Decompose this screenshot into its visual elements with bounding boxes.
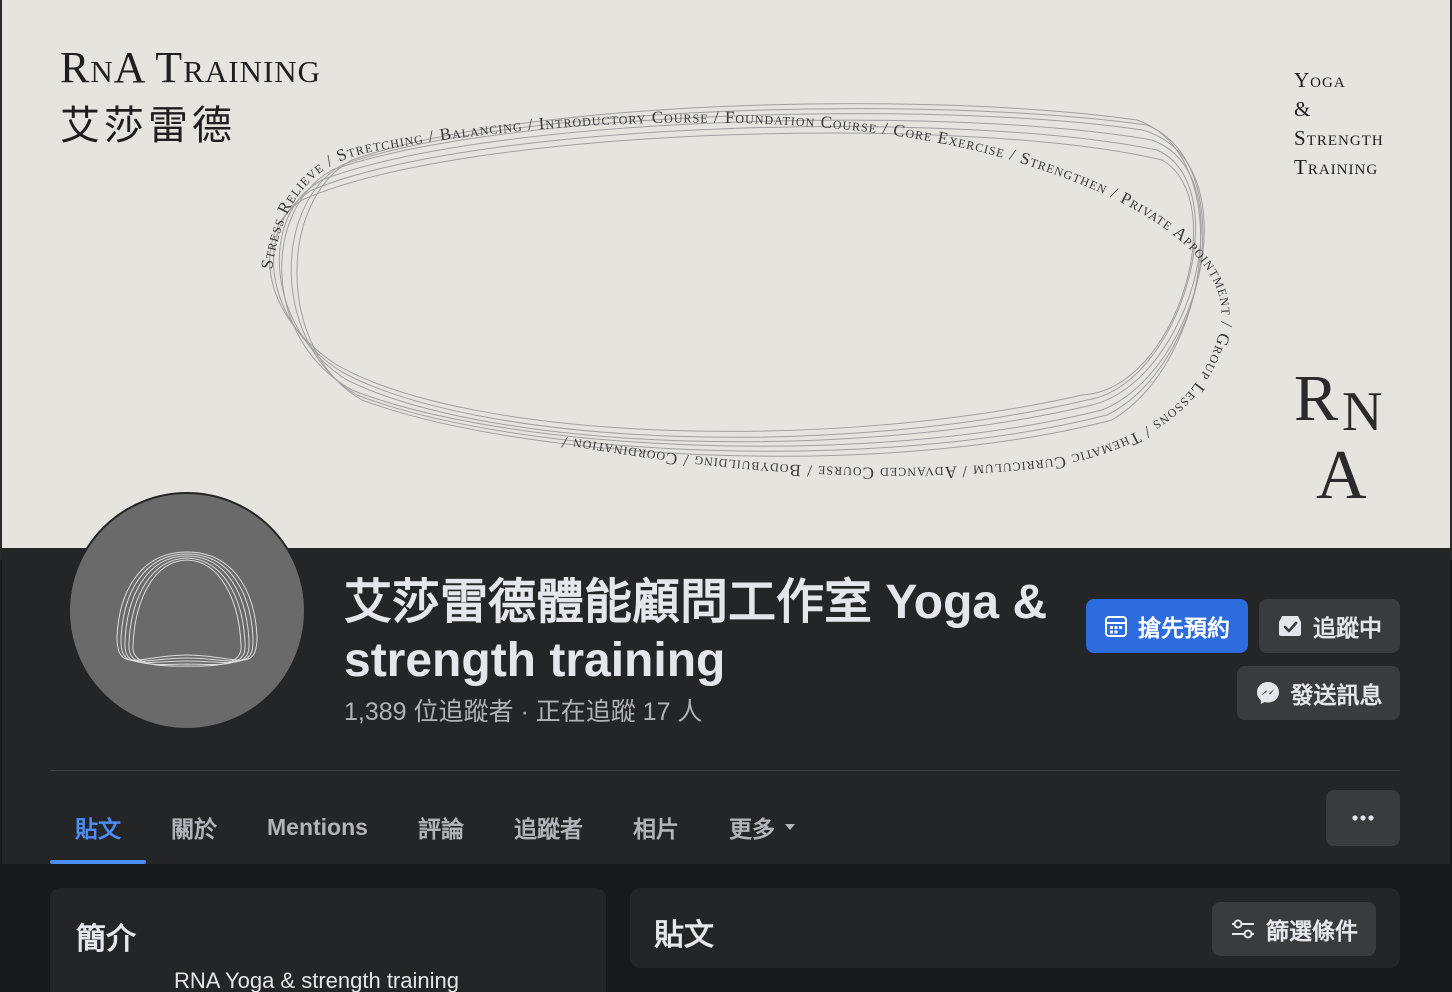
cover-tagline-line: &: [1294, 97, 1312, 121]
tab-followers[interactable]: 追蹤者: [489, 790, 608, 864]
cover-photo[interactable]: RnA Training 艾莎雷德 Yoga & Strength Traini…: [0, 0, 1452, 560]
tab-label: 更多: [728, 816, 775, 842]
messenger-icon: [1256, 682, 1279, 704]
intro-text: RNA Yoga & strength training: [174, 968, 459, 992]
more-options-button[interactable]: [1326, 790, 1400, 846]
svg-text:N: N: [1342, 381, 1382, 443]
tab-mentions[interactable]: Mentions: [242, 790, 393, 864]
tab-reviews[interactable]: 評論: [393, 790, 489, 864]
tab-posts[interactable]: 貼文: [50, 790, 146, 864]
book-now-label: 搶先預約: [1138, 615, 1230, 641]
cover-brand-en: RnA Training: [60, 43, 322, 92]
cover-tagline-line: Yoga: [1294, 68, 1346, 92]
filter-button[interactable]: 篩選條件: [1212, 902, 1376, 956]
intro-heading: 簡介: [76, 923, 136, 956]
svg-text:R: R: [1294, 362, 1338, 435]
send-message-label: 發送訊息: [1290, 682, 1383, 708]
tab-label: 評論: [417, 816, 464, 842]
tab-label: 相片: [632, 816, 679, 842]
ellipsis-icon: [1352, 815, 1374, 821]
cover-tagline-line: Strength: [1294, 126, 1384, 150]
page-tabs: 貼文 關於 Mentions 評論 追蹤者 相片 更多: [50, 790, 822, 864]
following-label: 追蹤中: [1313, 615, 1382, 641]
cover-tagline: Yoga & Strength Training: [1294, 66, 1384, 182]
svg-text:A: A: [1316, 437, 1367, 505]
tab-more[interactable]: 更多: [704, 790, 822, 864]
avatar-logo-icon: [116, 551, 258, 667]
intro-card: 簡介 RNA Yoga & strength training: [50, 888, 606, 992]
check-inbox-icon: [1279, 616, 1301, 636]
svg-text:Stress Relieve / Stretching /: Stress Relieve / Stretching / Balancing …: [257, 107, 1237, 482]
posts-heading: 貼文: [654, 919, 714, 952]
caret-down-icon: [784, 824, 795, 830]
posts-card: 貼文 篩選條件: [630, 888, 1400, 968]
tab-label: 追蹤者: [513, 816, 583, 842]
cover-monogram-logo: R N A: [1294, 362, 1382, 505]
tab-label: 貼文: [75, 816, 121, 842]
book-now-button[interactable]: 搶先預約: [1086, 599, 1248, 653]
calendar-icon: [1105, 616, 1127, 637]
filter-label: 篩選條件: [1266, 918, 1358, 944]
sliders-icon: [1232, 919, 1254, 939]
following-button[interactable]: 追蹤中: [1259, 599, 1400, 653]
cover-ring-graphic: Stress Relieve / Stretching / Balancing …: [257, 103, 1237, 483]
page-follower-stats[interactable]: 1,389 位追蹤者 · 正在追蹤 17 人: [344, 696, 702, 728]
tab-about[interactable]: 關於: [146, 790, 242, 864]
tab-label: 關於: [171, 816, 217, 842]
header-divider: [50, 770, 1400, 771]
send-message-button[interactable]: 發送訊息: [1237, 666, 1400, 720]
page-title: 艾莎雷德體能顧問工作室 Yoga & strength training: [344, 576, 1048, 687]
tab-photos[interactable]: 相片: [608, 790, 704, 864]
cover-tagline-line: Training: [1294, 155, 1379, 179]
facebook-page: RnA Training 艾莎雷德 Yoga & Strength Traini…: [0, 0, 1452, 992]
cover-ring-text: Stress Relieve / Stretching / Balancing …: [257, 107, 1236, 482]
tab-label: Mentions: [267, 813, 368, 840]
profile-avatar[interactable]: [68, 492, 306, 730]
